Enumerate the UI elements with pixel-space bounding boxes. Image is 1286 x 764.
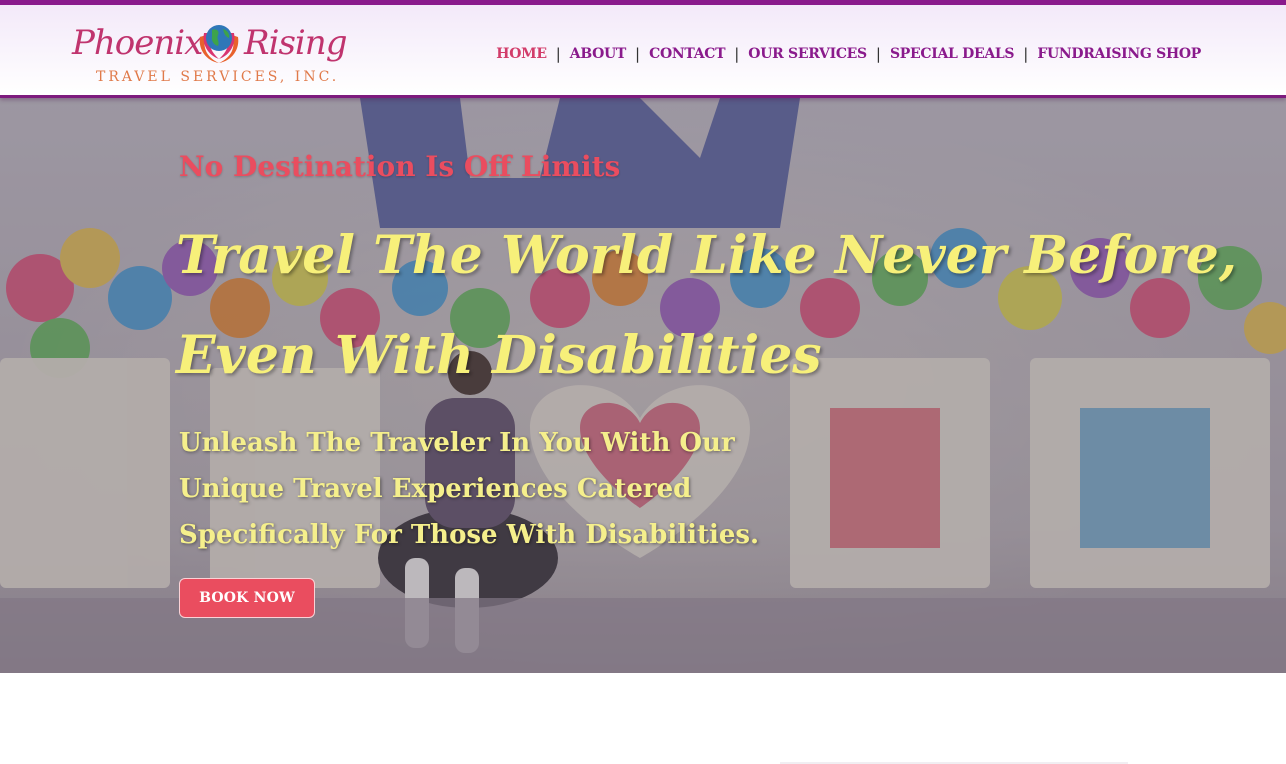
- hero-headline-line2: Even With Disabilities: [176, 325, 822, 386]
- nav-separator: |: [1023, 45, 1029, 63]
- site-logo[interactable]: Phoenix Rising TRAVEL SERVICES, INC.: [72, 17, 352, 95]
- nav-separator: |: [555, 45, 561, 63]
- nav-contact[interactable]: CONTACT: [649, 46, 725, 62]
- hero-subheading-line3: Specifically For Those With Disabilities…: [179, 520, 760, 550]
- nav-separator: |: [734, 45, 740, 63]
- hero-headline: Travel The World Like Never Before, Even…: [176, 206, 1237, 406]
- hero-tagline: No Destination Is Off Limits: [179, 150, 621, 183]
- logo-subtitle: TRAVEL SERVICES, INC.: [96, 69, 340, 85]
- logo-wordmark: Phoenix Rising: [72, 23, 347, 63]
- content-section: [0, 673, 1286, 764]
- nav-special-deals[interactable]: SPECIAL DEALS: [890, 46, 1015, 62]
- hero-section: No Destination Is Off Limits Travel The …: [0, 98, 1286, 673]
- nav-separator: |: [635, 45, 641, 63]
- site-header: Phoenix Rising TRAVEL SERVICES, INC. HOM…: [0, 0, 1286, 98]
- globe-with-phoenix-hands-icon: [199, 25, 239, 63]
- nav-about[interactable]: ABOUT: [570, 46, 627, 62]
- nav-separator: |: [875, 45, 881, 63]
- nav-our-services[interactable]: OUR SERVICES: [748, 46, 867, 62]
- hero-subheading-line2: Unique Travel Experiences Catered: [179, 474, 692, 504]
- main-nav: HOME | ABOUT | CONTACT | OUR SERVICES | …: [496, 45, 1201, 63]
- hero-subheading: Unleash The Traveler In You With Our Uni…: [179, 420, 779, 558]
- logo-name-part2: Rising: [244, 23, 347, 63]
- hero-headline-line1: Travel The World Like Never Before,: [176, 225, 1237, 286]
- hero-subheading-line1: Unleash The Traveler In You With Our: [179, 428, 735, 458]
- book-now-button[interactable]: BOOK NOW: [179, 578, 315, 618]
- nav-fundraising-shop[interactable]: FUNDRAISING SHOP: [1037, 46, 1201, 62]
- nav-home[interactable]: HOME: [496, 46, 547, 62]
- logo-name-part1: Phoenix: [72, 23, 203, 63]
